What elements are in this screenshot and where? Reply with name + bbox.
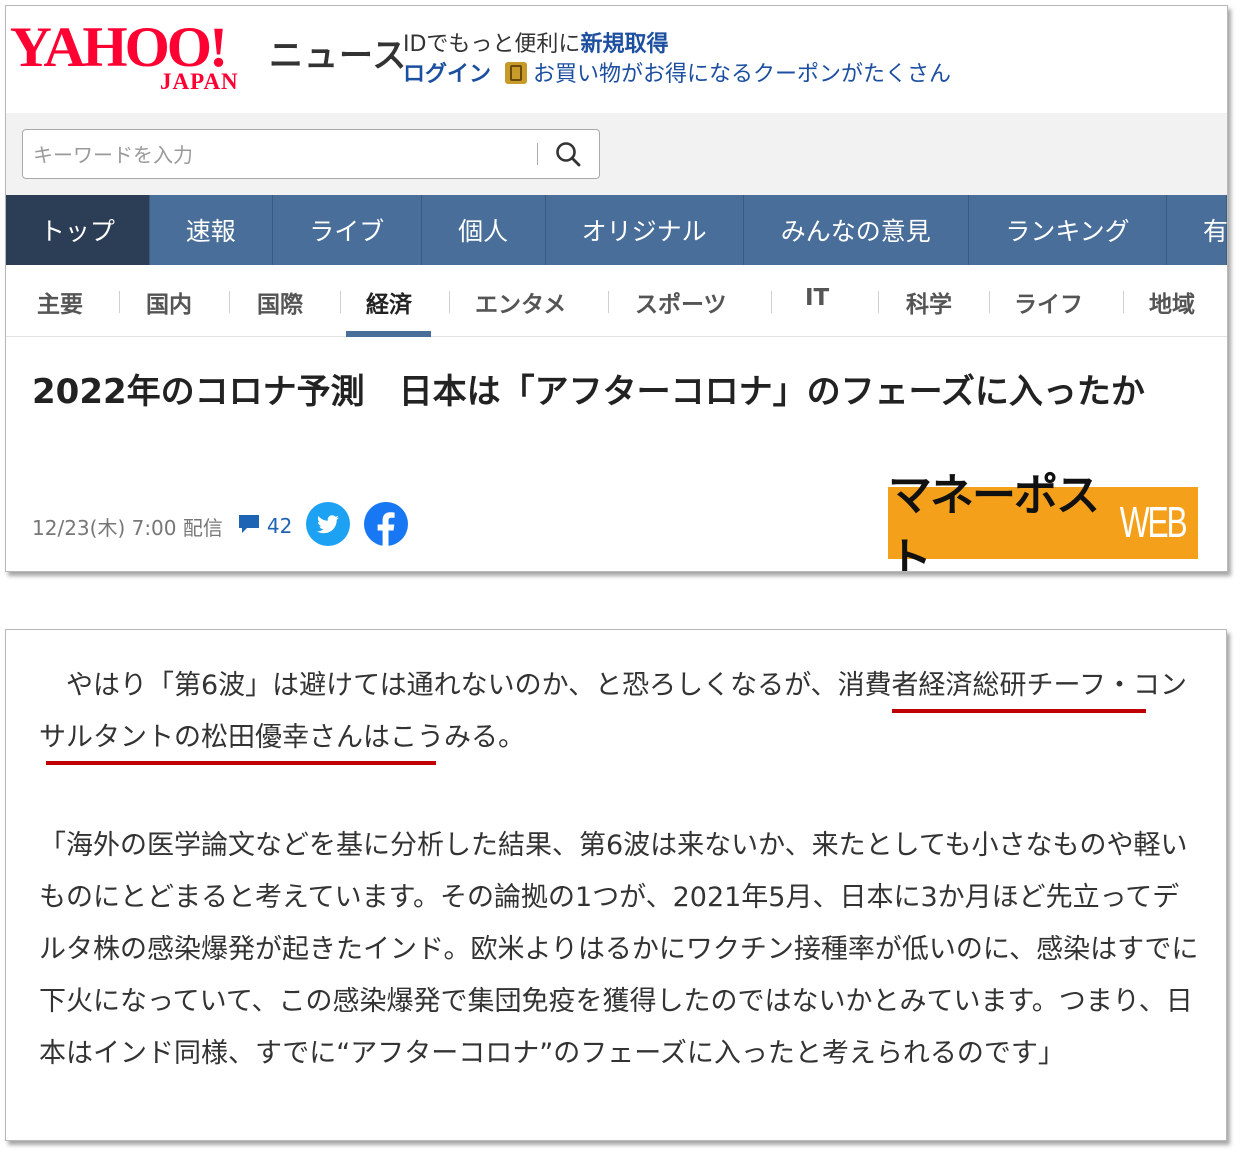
facebook-share-button[interactable] bbox=[364, 501, 409, 551]
tab-individual[interactable]: 個人 bbox=[422, 195, 546, 265]
site-section-title[interactable]: ニュース bbox=[269, 28, 407, 77]
twitter-share-button[interactable] bbox=[306, 501, 351, 551]
category-divider bbox=[340, 291, 341, 313]
login-link[interactable]: ログイン bbox=[403, 62, 491, 87]
category-divider bbox=[608, 291, 609, 313]
tab-opinions[interactable]: みんなの意見 bbox=[744, 195, 970, 265]
category-economy[interactable]: 経済 bbox=[366, 285, 412, 319]
promo-text: IDでもっと便利に bbox=[403, 32, 581, 57]
search-bar-area bbox=[6, 113, 1227, 195]
article-body-panel: やはり「第6波」は避けては通れないのか、と恐ろしくなるが、消費者経済総研チーフ・… bbox=[5, 629, 1227, 1141]
main-nav: トップ 速報 ライブ 個人 オリジナル みんなの意見 ランキング 有 bbox=[6, 195, 1227, 265]
highlight-underline bbox=[46, 761, 436, 765]
highlight-underline bbox=[892, 709, 1146, 713]
category-divider bbox=[878, 291, 879, 313]
publisher-name: マネーポスト bbox=[888, 470, 1100, 572]
category-divider bbox=[229, 291, 230, 313]
tab-live[interactable]: ライブ bbox=[273, 195, 422, 265]
category-domestic[interactable]: 国内 bbox=[146, 285, 192, 319]
yahoo-japan-logo[interactable]: YAHOO! JAPAN bbox=[10, 18, 262, 98]
signup-promo: IDでもっと便利に新規取得 bbox=[403, 26, 668, 58]
search-button[interactable] bbox=[551, 138, 587, 172]
category-life[interactable]: ライフ bbox=[1014, 285, 1083, 319]
search-input[interactable] bbox=[31, 138, 535, 172]
category-divider bbox=[989, 291, 990, 313]
coupon-link[interactable]: お買い物がお得になるクーポンがたくさん bbox=[533, 62, 951, 87]
tab-ranking[interactable]: ランキング bbox=[969, 195, 1167, 265]
category-sports[interactable]: スポーツ bbox=[635, 285, 727, 319]
tab-original[interactable]: オリジナル bbox=[546, 195, 744, 265]
article-paragraph: 「海外の医学論文などを基に分析した結果、第6波は来ないか、来たとしても小さなもの… bbox=[39, 830, 1199, 1069]
logo-sub-text: JAPAN bbox=[160, 69, 239, 94]
twitter-icon bbox=[306, 501, 351, 546]
tab-more[interactable]: 有 bbox=[1167, 195, 1227, 265]
signup-link[interactable]: 新規取得 bbox=[580, 32, 668, 57]
category-international[interactable]: 国際 bbox=[257, 285, 303, 319]
category-divider bbox=[449, 291, 450, 313]
category-nav: 主要 国内 国際 経済 エンタメ スポーツ IT 科学 ライフ 地域 bbox=[6, 265, 1227, 337]
category-divider bbox=[1123, 291, 1124, 313]
category-entertainment[interactable]: エンタメ bbox=[475, 285, 566, 319]
paragraph-text: やはり「第6波」は避けては通れないのか、と恐ろしくなるが、 bbox=[66, 670, 838, 701]
coupon-icon bbox=[505, 62, 528, 84]
category-main[interactable]: 主要 bbox=[37, 285, 83, 319]
search-divider bbox=[537, 143, 538, 165]
comment-count[interactable]: 42 bbox=[267, 514, 292, 538]
publisher-suffix: WEB bbox=[1119, 498, 1188, 547]
publisher-logo[interactable]: マネーポスト WEB bbox=[888, 470, 1198, 571]
search-icon bbox=[556, 142, 581, 167]
tab-flash-news[interactable]: 速報 bbox=[150, 195, 273, 265]
category-science[interactable]: 科学 bbox=[906, 285, 952, 319]
category-divider bbox=[119, 291, 120, 313]
active-category-indicator bbox=[346, 331, 431, 337]
publish-date: 12/23(木) 7:00 配信 bbox=[32, 515, 223, 540]
login-row: ログイン お買い物がお得になるクーポンがたくさん bbox=[403, 56, 951, 88]
facebook-icon bbox=[364, 501, 409, 546]
category-region[interactable]: 地域 bbox=[1149, 285, 1195, 319]
article-header-panel: YAHOO! JAPAN ニュース IDでもっと便利に新規取得 ログイン お買い物… bbox=[5, 5, 1228, 572]
search-box bbox=[22, 129, 600, 179]
category-it[interactable]: IT bbox=[805, 285, 829, 311]
article-title: 2022年のコロナ予測 日本は「アフターコロナ」のフェーズに入ったか bbox=[32, 372, 1145, 412]
article-meta: 12/23(木) 7:00 配信 42 bbox=[32, 501, 409, 546]
paragraph-text: さんはこうみる。 bbox=[309, 722, 525, 753]
comment-icon[interactable] bbox=[237, 513, 261, 540]
category-divider bbox=[771, 291, 772, 313]
tab-top[interactable]: トップ bbox=[6, 195, 150, 265]
